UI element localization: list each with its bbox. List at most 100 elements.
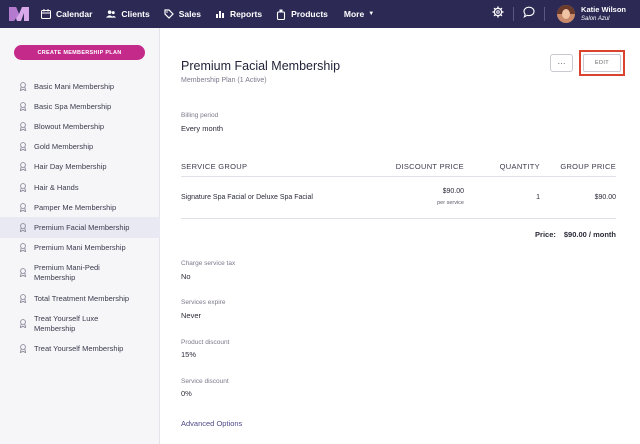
user-name: Katie Wilson bbox=[581, 5, 626, 15]
sidebar-item-membership-plan[interactable]: Blowout Membership bbox=[0, 116, 160, 136]
sidebar-item-membership-plan[interactable]: Treat Yourself Luxe Membership bbox=[0, 308, 160, 339]
page-title: Premium Facial Membership bbox=[181, 59, 341, 73]
nav-more[interactable]: More ▼ bbox=[344, 0, 374, 28]
sidebar-item-membership-plan[interactable]: Total Treatment Membership bbox=[0, 288, 160, 308]
sidebar-item-label: Premium Mani-Pedi Membership bbox=[34, 262, 100, 282]
nav-products-label: Products bbox=[291, 9, 328, 19]
services-expire-value: Never bbox=[181, 311, 202, 320]
app-logo[interactable] bbox=[9, 7, 29, 21]
table-cell-group-price: $90.00 bbox=[594, 194, 616, 201]
user-menu[interactable]: Katie Wilson Salon Azul bbox=[581, 6, 626, 22]
gear-icon bbox=[492, 5, 504, 23]
table-cell-service: Signature Spa Facial or Deluxe Spa Facia… bbox=[181, 194, 313, 201]
badge-ribbon-icon bbox=[19, 101, 27, 112]
sidebar-item-membership-plan[interactable]: Treat Yourself Membership bbox=[0, 339, 160, 359]
badge-ribbon-icon bbox=[19, 81, 27, 92]
advanced-options-link[interactable]: Advanced Options bbox=[181, 419, 242, 428]
nav-divider bbox=[544, 7, 546, 21]
badge-ribbon-icon bbox=[19, 268, 27, 278]
sidebar-item-membership-plan[interactable]: Premium Mani Membership bbox=[0, 238, 160, 258]
nav-calendar[interactable]: Calendar bbox=[41, 0, 92, 28]
sidebar-item-label: Basic Mani Membership bbox=[34, 81, 115, 91]
price-label: Price: bbox=[535, 230, 556, 239]
column-header-service-group: SERVICE GROUP bbox=[181, 162, 248, 171]
sidebar-item-label: Total Treatment Membership bbox=[34, 293, 130, 303]
table-cell-quantity: 1 bbox=[536, 194, 540, 201]
badge-ribbon-icon bbox=[19, 142, 27, 152]
edit-button[interactable]: EDIT bbox=[583, 54, 621, 72]
price-value: $90.00 / month bbox=[563, 230, 616, 239]
product-discount-label: Product discount bbox=[181, 339, 230, 346]
badge-ribbon-icon bbox=[19, 319, 27, 329]
badge-ribbon-icon bbox=[19, 182, 27, 192]
sidebar-item-membership-plan[interactable]: Hair & Hands bbox=[0, 177, 160, 197]
badge-ribbon-icon bbox=[19, 293, 27, 304]
nav-sales[interactable]: Sales bbox=[164, 0, 201, 28]
badge-ribbon-icon bbox=[19, 202, 27, 213]
products-icon bbox=[276, 9, 286, 20]
sidebar-item-label: Premium Mani Membership bbox=[34, 243, 126, 253]
sidebar-item-membership-plan[interactable]: Basic Spa Membership bbox=[0, 96, 160, 116]
sidebar: CREATE MEMBERSHIP PLAN Basic Mani Member… bbox=[0, 28, 160, 444]
sidebar-item-label: Blowout Membership bbox=[34, 121, 105, 131]
column-header-group-price: GROUP PRICE bbox=[560, 162, 616, 171]
nav-clients[interactable]: Clients bbox=[106, 0, 150, 28]
nav-clients-label: Clients bbox=[121, 9, 150, 19]
nav-divider bbox=[513, 7, 515, 21]
ellipsis-icon: ··· bbox=[557, 58, 566, 68]
sidebar-item-membership-plan[interactable]: Basic Mani Membership bbox=[0, 76, 160, 96]
sidebar-item-membership-plan[interactable]: Pamper Me Membership bbox=[0, 197, 160, 217]
reports-icon bbox=[215, 9, 225, 19]
main-content: Premium Facial Membership Membership Pla… bbox=[161, 28, 640, 444]
top-nav: Calendar Clients Sales Reports Products … bbox=[0, 0, 640, 28]
sidebar-item-label: Basic Spa Membership bbox=[34, 101, 112, 111]
messages-button[interactable] bbox=[518, 0, 540, 28]
sidebar-item-membership-plan[interactable]: Hair Day Membership bbox=[0, 157, 160, 177]
sidebar-item-label: Hair & Hands bbox=[34, 182, 79, 192]
nav-sales-label: Sales bbox=[178, 9, 201, 19]
badge-ribbon-icon bbox=[19, 122, 27, 132]
service-discount-label: Service discount bbox=[181, 378, 229, 385]
membership-plan-list: Basic Mani Membership Basic Spa Membershi… bbox=[0, 76, 160, 359]
badge-ribbon-icon bbox=[19, 223, 27, 233]
column-header-discount-price: DISCOUNT PRICE bbox=[395, 162, 464, 171]
table-cell-discount-price: $90.00 bbox=[442, 188, 464, 195]
table-header-divider bbox=[181, 176, 616, 177]
more-options-button[interactable]: ··· bbox=[550, 54, 573, 72]
charge-service-tax-label: Charge service tax bbox=[181, 260, 236, 267]
nav-more-label: More bbox=[343, 9, 365, 19]
user-location: Salon Azul bbox=[581, 15, 610, 22]
sidebar-item-membership-plan[interactable]: Gold Membership bbox=[0, 137, 160, 157]
avatar[interactable] bbox=[557, 5, 576, 23]
nav-products[interactable]: Products bbox=[276, 0, 328, 28]
billing-period-label: Billing period bbox=[181, 112, 219, 119]
column-header-quantity: QUANTITY bbox=[499, 162, 540, 171]
page-subtitle: Membership Plan (1 Active) bbox=[181, 77, 267, 84]
sidebar-item-label: Premium Facial Membership bbox=[34, 222, 130, 232]
chevron-down-icon: ▼ bbox=[368, 11, 375, 17]
badge-ribbon-icon bbox=[19, 243, 27, 253]
edit-button-highlight[interactable]: EDIT bbox=[579, 50, 625, 76]
sidebar-item-label: Hair Day Membership bbox=[34, 162, 107, 172]
nav-reports[interactable]: Reports bbox=[215, 0, 262, 28]
product-discount-value: 15% bbox=[181, 350, 197, 359]
nav-calendar-label: Calendar bbox=[56, 9, 93, 19]
sales-icon bbox=[164, 9, 174, 19]
chat-bubble-icon bbox=[523, 5, 535, 23]
sidebar-item-membership-plan[interactable]: Premium Facial Membership bbox=[0, 217, 160, 238]
charge-service-tax-value: No bbox=[181, 272, 191, 281]
sidebar-item-label: Gold Membership bbox=[34, 142, 94, 152]
services-expire-label: Services expire bbox=[181, 299, 226, 306]
badge-ribbon-icon bbox=[19, 162, 27, 172]
clients-icon bbox=[106, 9, 117, 19]
calendar-icon bbox=[41, 9, 51, 19]
price-summary: Price: $90.00 / month bbox=[535, 230, 616, 239]
table-row-divider bbox=[181, 218, 616, 219]
nav-reports-label: Reports bbox=[229, 9, 263, 19]
sidebar-item-membership-plan[interactable]: Premium Mani-Pedi Membership bbox=[0, 258, 160, 289]
settings-button[interactable] bbox=[487, 0, 509, 28]
sidebar-item-label: Pamper Me Membership bbox=[34, 202, 117, 212]
create-membership-plan-button[interactable]: CREATE MEMBERSHIP PLAN bbox=[14, 45, 145, 60]
table-cell-discount-sub: per service bbox=[437, 200, 464, 206]
service-discount-value: 0% bbox=[181, 389, 192, 398]
